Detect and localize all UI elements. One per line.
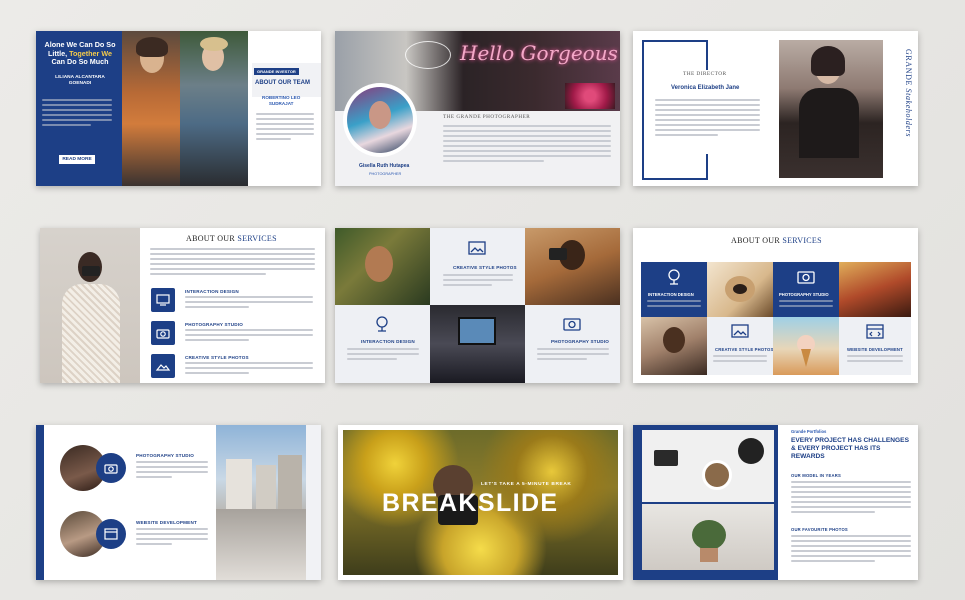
photo-woman-camera: [40, 228, 140, 383]
slide-photographer[interactable]: Hello Gorgeous Gisella Ruth Hutapea PHOT…: [335, 31, 620, 186]
photo-man-denim-jacket: [180, 31, 248, 186]
tile-label: PHOTOGRAPHY STUDIO: [551, 339, 610, 344]
section-title: THE GRANDE PHOTOGRAPHER: [443, 114, 531, 120]
tile-desc: [347, 348, 419, 363]
slide-director[interactable]: THE DIRECTOR Veronica Elizabeth Jane GRA…: [633, 31, 918, 186]
service-label: PHOTOGRAPHY STUDIO: [185, 322, 244, 327]
service-label: PHOTOGRAPHY STUDIO: [136, 453, 195, 458]
photo-pug: [707, 262, 773, 317]
photographer-role: PHOTOGRAPHER: [369, 172, 402, 176]
model-text: [791, 481, 911, 516]
photo-camera-screen: [430, 305, 525, 383]
tile-label: CREATIVE STYLE PHOTOS: [453, 265, 517, 270]
tile-label: WEBSITE DEVELOPMENT: [847, 347, 903, 352]
favourite-text: [791, 535, 911, 565]
neon-sign-text: Hello Gorgeous: [460, 41, 618, 65]
service-desc: [136, 461, 208, 481]
director-label: THE DIRECTOR: [683, 71, 727, 77]
section-title: ABOUT OUR TEAM: [255, 80, 310, 86]
interaction-design-icon: [151, 288, 175, 312]
photo-woman-camera-3: [641, 317, 707, 375]
tile-label: PHOTOGRAPHY STUDIO: [779, 292, 829, 297]
tile-label: CREATIVE STYLE PHOTOS: [715, 347, 774, 352]
tile-desc: [713, 355, 767, 365]
creative-photos-icon: [729, 321, 751, 348]
bio-text: [443, 125, 611, 165]
photography-studio-icon: [151, 321, 175, 345]
photo-city-buildings: [216, 425, 306, 580]
coffee-cup-neon-icon: [405, 41, 451, 69]
break-title: BREAKSLIDE: [382, 489, 559, 517]
tile-desc: [779, 300, 833, 310]
flowers: [565, 83, 615, 109]
website-development-icon: [96, 519, 126, 549]
photographer-name: Gisella Ruth Hutapea: [359, 163, 410, 169]
photo-woman-sunflare: [839, 262, 911, 317]
break-kicker: LET'S TAKE A 5-MINUTE BREAK: [481, 482, 572, 487]
service-label: WEBSITE DEVELOPMENT: [136, 520, 197, 525]
slide-services-list[interactable]: ABOUT OUR SERVICES INTERACTION DESIGN PH…: [40, 228, 325, 383]
tile-desc: [647, 300, 701, 310]
avatar: [347, 87, 413, 153]
section-title: ABOUT OUR SERVICES: [731, 236, 822, 245]
tile-desc: [847, 355, 903, 365]
body-text: [42, 99, 112, 129]
author-name: LILIANA ALCANTARA GOENADI: [55, 75, 105, 86]
tile-label: INTERACTION DESIGN: [361, 339, 415, 344]
portfolio-headline: EVERY PROJECT HAS CHALLENGES & EVERY PRO…: [791, 437, 909, 460]
interaction-design-icon: [371, 313, 393, 340]
member-name: ROBERTINO LEO SUDRAJAT: [262, 95, 301, 106]
portfolio-tag: Grande Portfolios: [791, 429, 827, 434]
read-more-button[interactable]: READ MORE: [59, 155, 95, 164]
director-name: Veronica Elizabeth Jane: [671, 85, 740, 91]
website-development-icon: [864, 321, 886, 348]
service-desc: [185, 329, 313, 344]
tag-label: GRANDE INVESTOR: [254, 68, 299, 75]
service-desc: [185, 296, 313, 311]
service-label: CREATIVE STYLE PHOTOS: [185, 355, 249, 360]
photography-studio-icon: [561, 313, 583, 340]
photography-studio-icon: [795, 266, 817, 293]
tile-label: INTERACTION DESIGN: [648, 292, 694, 297]
slide-breakslide[interactable]: LET'S TAKE A 5-MINUTE BREAK BREAKSLIDE: [338, 425, 623, 580]
tile-desc: [537, 348, 609, 363]
photography-studio-icon: [96, 453, 126, 483]
slide-studio-web[interactable]: PHOTOGRAPHY STUDIO WEBSITE DEVELOPMENT: [36, 425, 321, 580]
accent-bar: [36, 425, 44, 580]
photo-plant: [642, 504, 774, 570]
director-bio: [655, 99, 760, 139]
subhead-model: OUR MODEL IN YEARS: [791, 473, 841, 478]
creative-photos-icon: [466, 238, 488, 265]
photo-ice-cream-beach: [773, 317, 839, 375]
subhead-favourite: OUR FAVOURITE PHOTOS: [791, 527, 848, 532]
slide-portfolio[interactable]: Grande Portfolios EVERY PROJECT HAS CHAL…: [633, 425, 918, 580]
photo-desk-items: [642, 430, 774, 502]
service-desc: [185, 362, 313, 377]
slide-photo-grid[interactable]: CREATIVE STYLE PHOTOS INTERACTION DESIGN…: [335, 228, 620, 383]
slide-services-grid[interactable]: ABOUT OUR SERVICES INTERACTION DESIGN PH…: [633, 228, 918, 383]
photo-director: [779, 40, 883, 178]
photo-leaf-shadow: [335, 228, 430, 305]
member-bio: [256, 113, 314, 143]
photo-woman-orange-coat: [122, 31, 180, 186]
interaction-design-icon: [663, 266, 685, 293]
headline: Alone We Can Do So Little, Together We C…: [44, 40, 116, 66]
vertical-title: GRANDE Stakeholders: [904, 49, 913, 138]
tile-desc: [443, 274, 513, 289]
creative-photos-icon: [151, 354, 175, 378]
photo-woman-camera-2: [525, 228, 620, 305]
section-title: ABOUT OUR SERVICES: [186, 234, 277, 243]
slide-about-team[interactable]: Alone We Can Do So Little, Together We C…: [36, 31, 321, 186]
service-label: INTERACTION DESIGN: [185, 289, 239, 294]
service-desc: [136, 528, 208, 548]
intro-text: [150, 248, 315, 278]
